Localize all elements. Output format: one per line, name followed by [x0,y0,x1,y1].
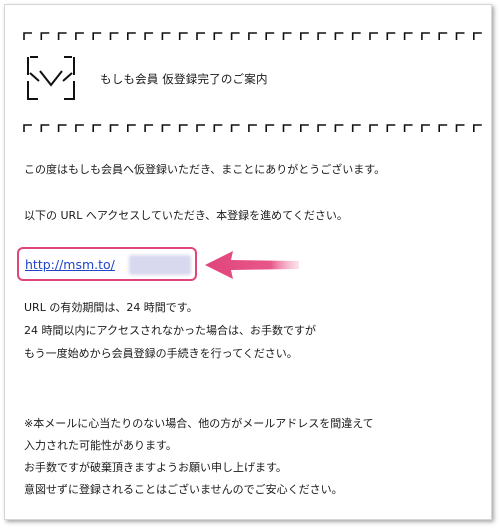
dash-mark [127,32,136,40]
decorative-dash-border-top [22,31,482,41]
dash-mark [334,124,344,132]
dash-mark [351,124,361,132]
dash-mark [473,32,482,40]
dash-mark [282,32,292,40]
dash-mark [144,32,154,40]
dash-mark [438,32,448,40]
registration-link[interactable]: http://msm.to/ [25,257,115,272]
dash-mark [196,32,205,40]
dash-mark [351,32,361,40]
greeting-text: この度はもしも会員へ仮登録いただき、まことにありがとうございます。 [24,163,386,176]
dash-mark [23,32,32,40]
notice-line-3: お手数ですが破棄頂きますようお願い申し上げます。 [24,461,287,474]
dash-mark [161,32,171,40]
redacted-link-token [129,255,191,275]
dash-mark [144,124,154,132]
dash-mark [386,124,396,132]
dash-mark [40,124,50,132]
dash-mark [282,124,292,132]
dash-mark [403,124,413,132]
arrow-left-icon [205,251,299,279]
dash-mark [92,124,102,132]
dash-mark [248,124,257,132]
validity-line-3: もう一度始めから会員登録の手続きを行ってください。 [24,347,298,360]
dash-mark [178,124,188,132]
dash-mark [127,124,136,132]
dash-mark [473,124,482,132]
dash-mark [265,32,275,40]
dash-mark [40,32,50,40]
dash-mark [334,32,344,40]
email-body-panel: もしも会員 仮登録完了のご案内 この度はもしも会員へ仮登録いただき、まことにあり… [4,4,492,520]
validity-line-2: 24 時間以内にアクセスされなかった場合は、お手数ですが [24,324,316,337]
dash-mark [300,32,309,40]
decorative-dash-border-bottom [22,123,482,133]
instruction-text: 以下の URL へアクセスしていただき、本登録を進めてください。 [24,209,348,222]
dash-mark [421,124,430,132]
dash-mark [265,124,275,132]
dash-mark [75,124,84,132]
dash-mark [75,32,84,40]
dash-mark [230,124,240,132]
dash-mark [196,124,205,132]
dash-mark [369,32,378,40]
dash-mark [178,32,188,40]
dash-mark [369,124,378,132]
dash-mark [421,32,430,40]
dash-mark [455,124,465,132]
notice-line-4: 意図せずに登録されることはございませんのでご安心ください。 [24,483,343,496]
dash-mark [317,32,327,40]
dash-mark [230,32,240,40]
envelope-icon [27,56,75,100]
dash-mark [438,124,448,132]
dash-mark [109,124,119,132]
dash-border-top-svg [23,32,482,40]
dash-mark [386,32,396,40]
dash-mark [455,32,465,40]
dash-mark [57,32,67,40]
dash-mark [109,32,119,40]
dash-mark [248,32,257,40]
dash-mark [92,32,102,40]
validity-line-1: URL の有効期間は、24 時間です。 [24,301,198,314]
dash-mark [213,124,223,132]
dash-mark [23,124,32,132]
email-title: もしも会員 仮登録完了のご案内 [100,72,268,86]
dash-mark [300,124,309,132]
dash-mark [161,124,171,132]
notice-line-1: ※本メールに心当たりのない場合、他の方がメールアドレスを間違えて [24,417,374,430]
dash-mark [317,124,327,132]
notice-line-2: 入力された可能性があります。 [24,439,177,452]
dash-mark [213,32,223,40]
dash-mark [403,32,413,40]
dash-mark [57,124,67,132]
dash-border-bottom-svg [23,124,482,132]
